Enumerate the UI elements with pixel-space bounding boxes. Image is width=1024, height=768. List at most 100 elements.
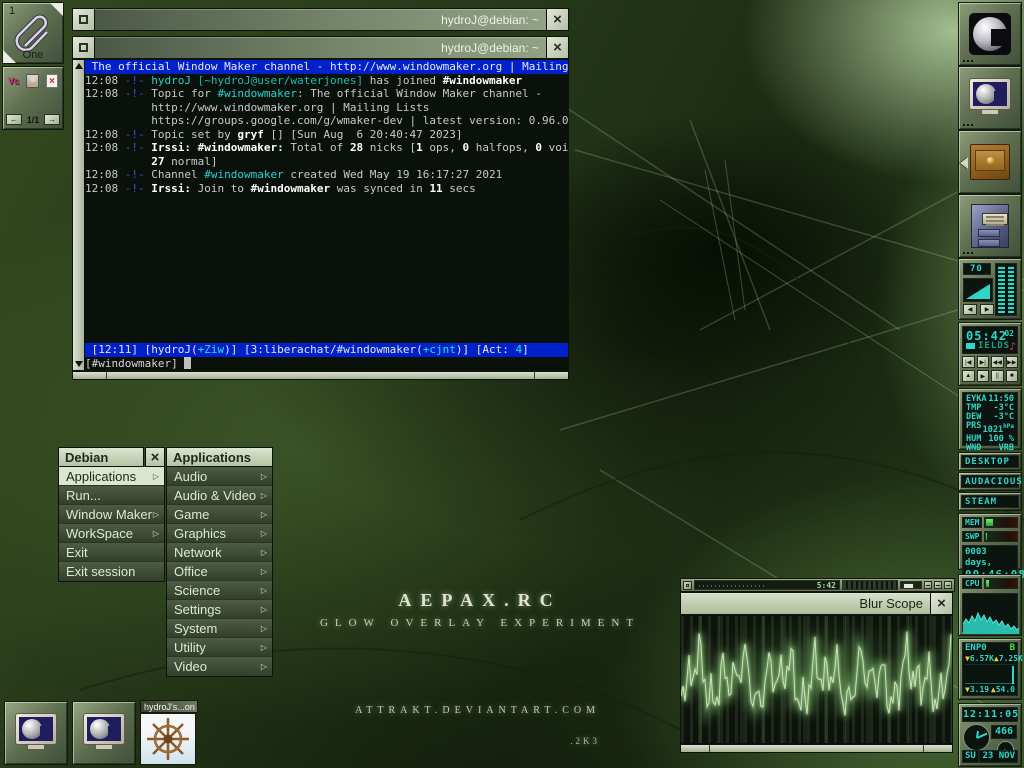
audacious-menu-button[interactable] [683,581,692,590]
menu-item-run-[interactable]: Run... [59,486,164,505]
menu-item-video[interactable]: Video▷ [167,657,272,676]
miniwindow-helm[interactable] [140,713,196,765]
player-play-button[interactable]: ▶ [977,370,990,382]
menu-item-office[interactable]: Office▷ [167,562,272,581]
irc-text-segment: http://www.windowmaker.org | Mailing Lis… [85,101,429,114]
miniaturize-button[interactable] [73,37,95,58]
submenu-arrow-icon: ▷ [261,605,267,614]
player-forward-button[interactable]: ▶▶ [1006,356,1019,368]
irc-text-segment: nicks [ [363,141,416,154]
menu-item-science[interactable]: Science▷ [167,581,272,600]
menu-item-label: Audio [174,469,207,484]
player-eject-button[interactable]: ▲ [962,370,975,382]
menu-item-settings[interactable]: Settings▷ [167,600,272,619]
applications-menu-title[interactable]: Applications [166,447,273,467]
player-next-button[interactable]: ▶| [977,356,990,368]
miniwindow-terminal-2[interactable] [72,701,136,765]
menu-item-label: Exit [66,545,88,560]
player-track-marquee: IELDS [978,341,1010,351]
mixer-next-button[interactable]: ▶ [980,304,994,315]
scroll-up-icon[interactable] [75,63,83,69]
mem-usage-bar [984,517,1018,528]
status-segment: +cjnt [423,343,456,356]
irc-text-segment: [~hydroJ@user/waterjones] [198,74,370,87]
blur-scope-resizebar[interactable] [680,744,953,753]
dock-tile-file-cabinet[interactable] [958,194,1022,258]
root-menu-title[interactable]: Debian [58,447,144,467]
player-track-number: 02 [1004,329,1014,338]
launcher-steam[interactable]: STEAM [958,492,1022,511]
player-prev-button[interactable]: |◀ [962,356,975,368]
dock-cpu-monitor[interactable]: CPU [958,574,1022,636]
dock-clock[interactable]: 12:11:05 466 SU 23 NOV [958,703,1022,767]
player-stop-button[interactable]: ■ [1006,370,1019,382]
status-segment: +Ziw [198,343,225,356]
menu-item-audio[interactable]: Audio▷ [167,467,272,486]
menu-item-game[interactable]: Game▷ [167,505,272,524]
clip-corner-button[interactable] [50,3,63,16]
irc-text-segment: created Wed May 19 16:17:27 2021 [284,168,503,181]
menu-item-graphics[interactable]: Graphics▷ [167,524,272,543]
dock-tile-terminal[interactable] [958,66,1022,130]
mixer-volume-wedge[interactable] [963,278,993,302]
submenu-arrow-icon: ▷ [261,529,267,538]
miniaturize-button[interactable] [73,9,95,30]
dock-tile-drawer[interactable] [958,130,1022,194]
blur-scope-titlebar[interactable]: Blur Scope × [680,592,953,615]
menu-item-audio-video[interactable]: Audio & Video▷ [167,486,272,505]
menu-item-exit[interactable]: Exit [59,543,164,562]
close-icon: × [937,596,946,611]
dock-music-player[interactable]: 05:42 02 IELDS ♪ |◀▶|◀◀▶▶ ▲▶||■ [958,322,1022,386]
terminal-scrollbar[interactable] [73,60,85,370]
audacious-shade-bar[interactable]: 5:42 [680,578,955,592]
menu-close-button[interactable]: × [145,447,165,467]
weekday-display: SU [962,750,979,763]
dock-net-monitor[interactable]: ENP0 B ▼6.57K ▲7.25K ▼3.19 ▲54.0 [958,638,1022,700]
audacious-shade-button[interactable] [934,581,942,589]
player-rewind-button[interactable]: ◀◀ [991,356,1004,368]
audacious-minimize-button[interactable] [924,581,932,589]
vc-logo-icon[interactable]: Vc [8,76,19,86]
audacious-seek-slider[interactable] [900,581,922,589]
miniwindow-terminal-1[interactable] [4,701,68,765]
close-button[interactable]: × [546,9,568,30]
pager-prev-button[interactable]: ← [6,114,22,125]
scroll-down-icon[interactable] [75,361,83,367]
menu-item-applications[interactable]: Applications▷ [59,467,164,486]
dock-mixer[interactable]: 70 ◀ ▶ [958,258,1022,320]
launcher-desktop[interactable]: DESKTOP [958,452,1022,471]
close-button[interactable]: × [930,593,952,614]
menu-item-system[interactable]: System▷ [167,619,272,638]
irc-message: http://www.windowmaker.org | Mailing Lis… [85,101,568,115]
menu-item-workspace[interactable]: WorkSpace▷ [59,524,164,543]
terminal-titlebar[interactable]: hydroJ@debian: ~ × [72,36,569,59]
dock-tile-wmaker[interactable] [958,2,1022,66]
menu-item-network[interactable]: Network▷ [167,543,272,562]
menu-item-window-maker[interactable]: Window Maker▷ [59,505,164,524]
person-icon[interactable] [26,74,39,88]
workspace-clip[interactable]: 1 One [2,2,64,64]
dock-sysmon[interactable]: MEM SWP 0003 days, 00:46:08 [958,513,1022,570]
terminal-back-titlebar[interactable]: hydroJ@debian: ~ × [72,8,569,31]
irc-text-segment: Irssi: #windowmaker: [151,141,283,154]
irc-input-line[interactable]: [#windowmaker] [85,357,568,371]
terminal-resizebar[interactable] [72,371,569,380]
status-segment: )] [3:liberachat/#windowmaker( [224,343,423,356]
tray-dockapp[interactable]: Vc × ← 1/1 → [2,66,64,130]
dock-weather[interactable]: EYKA11:50TMP-3°CDEW-3°CPRS1021hPaHUM100 … [958,388,1022,450]
mixer-prev-button[interactable]: ◀ [963,304,977,315]
pager-next-button[interactable]: → [44,114,60,125]
menu-item-exit-session[interactable]: Exit session [59,562,164,581]
close-button[interactable]: × [546,37,568,58]
irc-text-segment: -!- [125,182,152,195]
irc-text-segment: -!- [125,74,152,87]
irc-text-segment: normal] [164,155,217,168]
document-x-icon[interactable]: × [46,74,58,88]
player-pause-button[interactable]: || [991,370,1004,382]
playback-time: 5:42 [817,582,836,590]
audacious-close-button[interactable] [944,581,952,589]
menu-item-utility[interactable]: Utility▷ [167,638,272,657]
weather-label: PRS [966,422,981,435]
launcher-audacious[interactable]: AUDACIOUS [958,472,1022,491]
drawer-arrow-icon[interactable] [960,157,968,169]
